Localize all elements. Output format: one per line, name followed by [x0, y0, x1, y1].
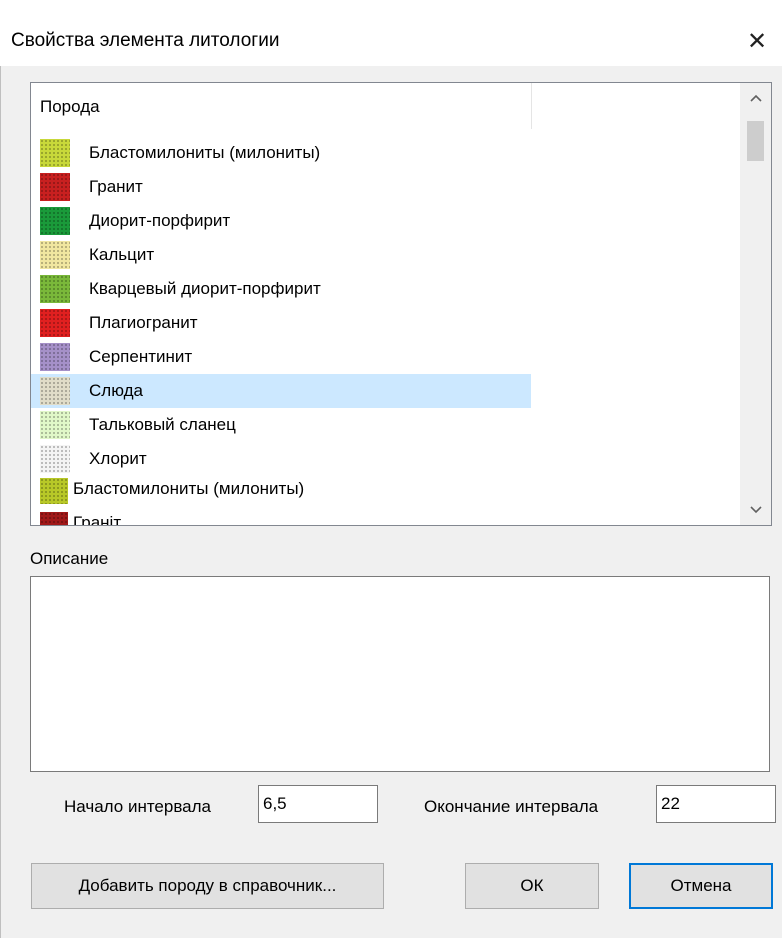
list-item-label: Кварцевый диорит-порфирит	[89, 279, 321, 298]
column-divider[interactable]	[531, 83, 532, 129]
list-item[interactable]: Кварцевый диорит-порфирит	[31, 272, 531, 306]
rock-pattern-swatch	[40, 343, 70, 371]
list-item[interactable]: Граніт	[31, 510, 531, 526]
window-border	[0, 66, 1, 938]
list-item-label: Хлорит	[89, 449, 147, 468]
description-label: Описание	[30, 549, 109, 568]
chevron-down-icon[interactable]	[740, 495, 771, 525]
rock-pattern-swatch	[40, 309, 70, 337]
interval-start-field[interactable]	[258, 785, 378, 823]
list-item[interactable]: Серпентинит	[31, 340, 531, 374]
rock-pattern-swatch	[40, 411, 70, 439]
window-title: Свойства элемента литологии	[11, 30, 280, 51]
chevron-up-icon[interactable]	[740, 83, 771, 113]
ok-button[interactable]: ОК	[465, 863, 599, 909]
rock-pattern-swatch	[40, 207, 70, 235]
list-item[interactable]: Гранит	[31, 170, 531, 204]
list-column-header[interactable]: Порода	[31, 83, 739, 129]
list-item[interactable]: Тальковый сланец	[31, 408, 531, 442]
list-item-label: Серпентинит	[89, 347, 193, 366]
list-item-label: Тальковый сланец	[89, 415, 236, 434]
interval-end-field[interactable]	[656, 785, 776, 823]
add-rock-button[interactable]: Добавить породу в справочник...	[31, 863, 384, 909]
list-item-label: Плагиогранит	[89, 313, 198, 332]
close-icon[interactable]: ✕	[742, 26, 772, 56]
rock-pattern-swatch	[40, 275, 70, 303]
rock-list-rows: Бластомилониты (милониты) Гранит Диорит-по…	[31, 136, 739, 526]
rock-pattern-swatch	[40, 241, 70, 269]
list-item[interactable]: Хлорит	[31, 442, 531, 476]
list-item[interactable]: Слюда	[31, 374, 531, 408]
rock-pattern-swatch	[40, 445, 70, 473]
list-item-label: Диорит-порфирит	[89, 211, 231, 230]
list-item-label: Бластомилониты (милониты)	[89, 143, 321, 162]
list-item-label: Граніт	[73, 513, 122, 526]
list-item[interactable]: Диорит-порфирит	[31, 204, 531, 238]
list-item[interactable]: Бластомилониты (милониты)	[31, 136, 531, 170]
list-item-label: Бластомилониты (милониты)	[73, 479, 305, 498]
rock-pattern-swatch	[40, 173, 70, 201]
list-item-label: Слюда	[89, 381, 143, 400]
cancel-button[interactable]: Отмена	[629, 863, 773, 909]
column-header-rock[interactable]: Порода	[40, 97, 100, 117]
interval-end-label: Окончание интервала	[424, 797, 599, 816]
list-item[interactable]: Плагиогранит	[31, 306, 531, 340]
rock-pattern-swatch	[40, 478, 68, 504]
rock-list[interactable]: Порода Бластомилониты (милониты) Гранит Ди…	[30, 82, 772, 526]
interval-start-label: Начало интервала	[64, 797, 212, 816]
rock-pattern-swatch	[40, 512, 68, 525]
vertical-scrollbar[interactable]	[740, 83, 771, 525]
scrollbar-thumb[interactable]	[747, 121, 764, 161]
list-item-label: Кальцит	[89, 245, 155, 264]
rock-pattern-swatch	[40, 139, 70, 167]
list-item[interactable]: Кальцит	[31, 238, 531, 272]
list-item-label: Гранит	[89, 177, 143, 196]
list-item[interactable]: Бластомилониты (милониты)	[31, 476, 531, 510]
title-bar: Свойства элемента литологии ✕	[0, 0, 782, 66]
rock-pattern-swatch	[40, 377, 70, 405]
description-field[interactable]	[30, 576, 770, 772]
